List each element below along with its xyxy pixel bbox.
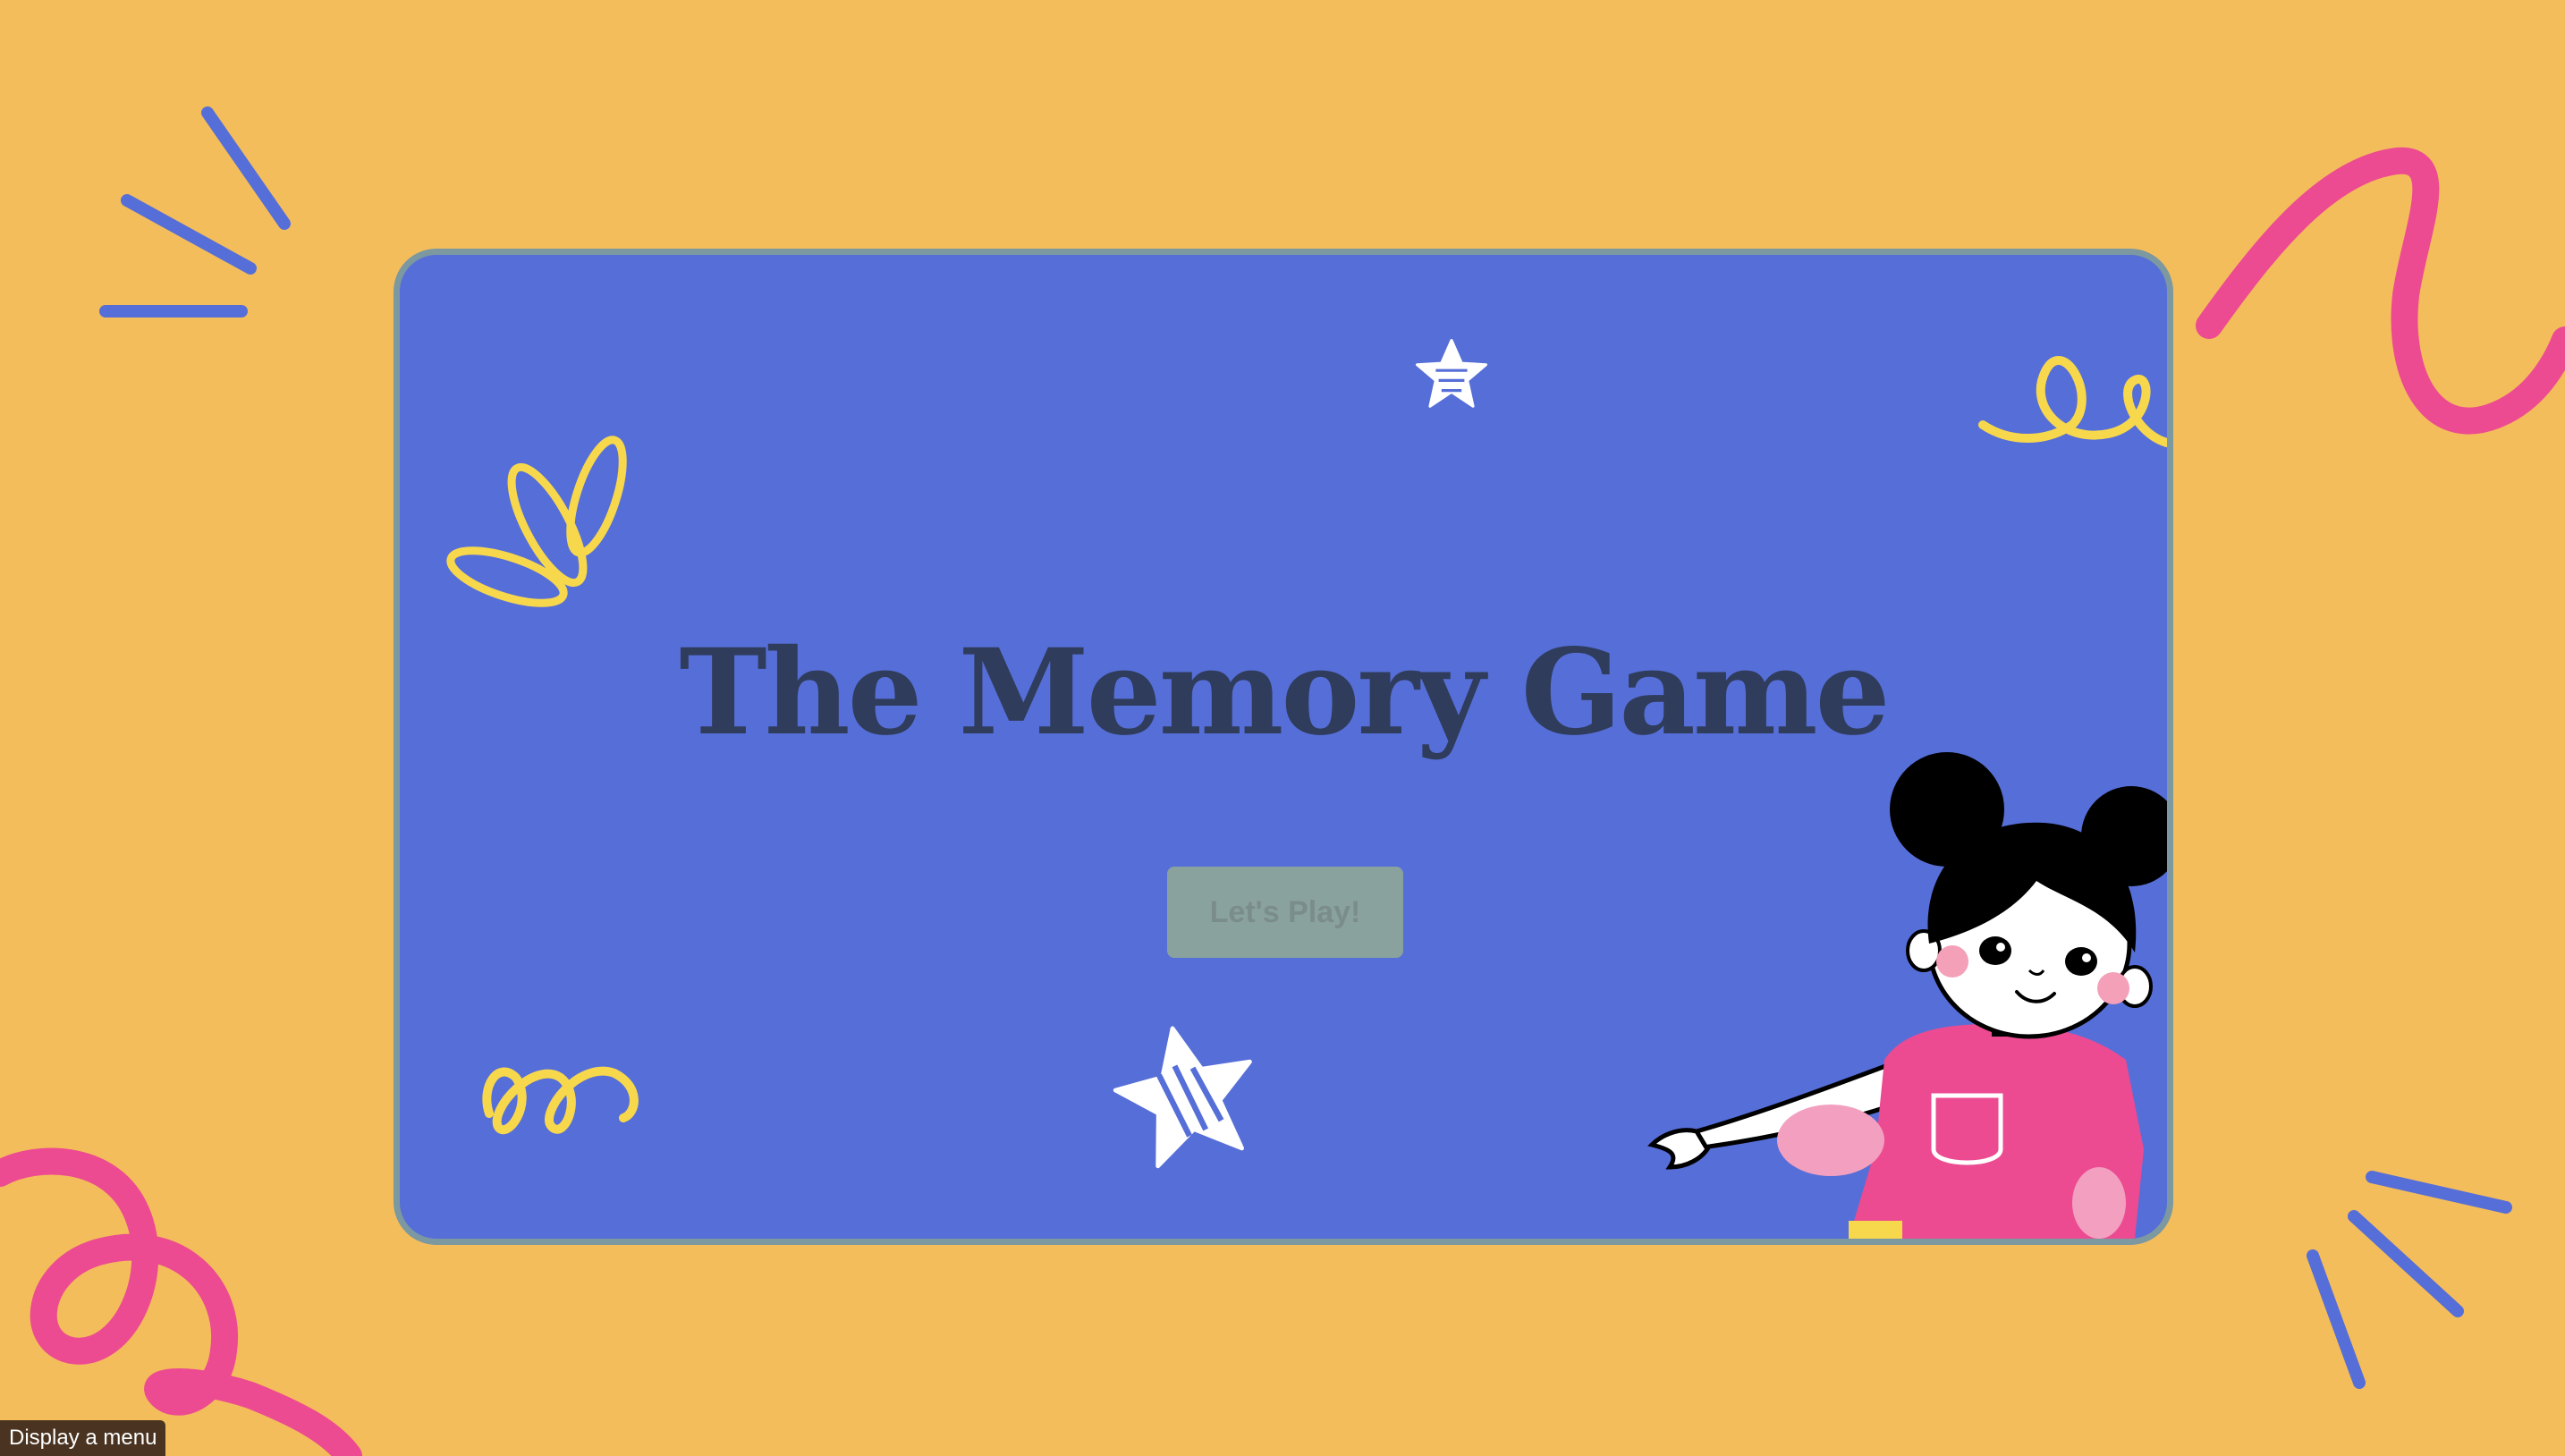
pink-squiggle-top-right — [2196, 147, 2565, 435]
yellow-loops-decoration-bottom-left — [482, 1066, 639, 1135]
yellow-petals-decoration — [446, 436, 627, 607]
pink-loops-bottom-left — [0, 1147, 362, 1456]
small-star-decoration — [1415, 338, 1488, 408]
yellow-loops-decoration-top-right — [1978, 356, 2167, 447]
girl-illustration — [1647, 752, 2167, 1239]
lets-play-button[interactable]: Let's Play! — [1167, 867, 1403, 958]
blue-lines-decoration-bottom-right — [2307, 1171, 2512, 1389]
memory-game-start-screen: The Memory Game Let's Play! Display a me… — [0, 0, 2565, 1456]
large-star-decoration — [1113, 1026, 1252, 1169]
game-title: The Memory Game — [679, 623, 1890, 762]
display-menu-tooltip[interactable]: Display a menu — [0, 1420, 166, 1456]
blue-lines-decoration-top-left — [99, 106, 291, 317]
game-start-card: The Memory Game Let's Play! — [394, 249, 2173, 1245]
